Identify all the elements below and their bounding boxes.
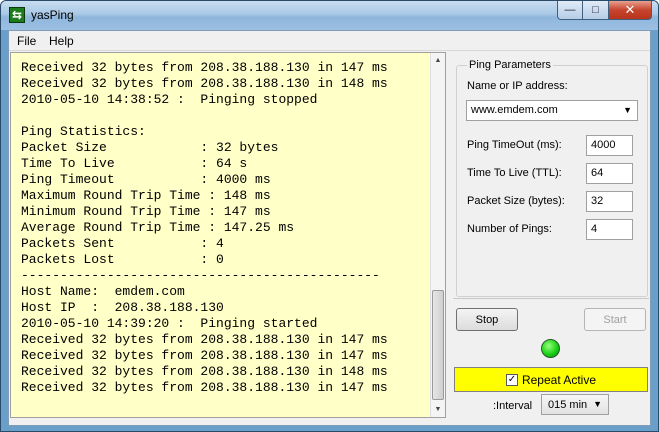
log-scrollbar[interactable]: ▲ ▼ bbox=[430, 53, 445, 417]
log-line: Received 32 bytes from 208.38.188.130 in… bbox=[21, 332, 388, 347]
close-icon: ✕ bbox=[624, 2, 636, 17]
log-line: Maximum Round Trip Time : 148 ms bbox=[21, 188, 271, 203]
menu-help[interactable]: Help bbox=[49, 34, 74, 48]
log-line: Received 32 bytes from 208.38.188.130 in… bbox=[21, 380, 388, 395]
minimize-icon: — bbox=[564, 4, 576, 16]
packet-size-label: Packet Size (bytes): bbox=[467, 195, 565, 207]
num-pings-label: Number of Pings: bbox=[467, 223, 552, 235]
log-line: Received 32 bytes from 208.38.188.130 in… bbox=[21, 60, 388, 75]
log-lines: Received 32 bytes from 208.38.188.130 in… bbox=[21, 60, 388, 396]
window-title: yasPing bbox=[31, 8, 74, 22]
menu-bar: File Help bbox=[9, 31, 650, 51]
window-controls: — □ ✕ bbox=[557, 1, 652, 21]
log-line: Packet Size : 32 bytes bbox=[21, 140, 279, 155]
divider bbox=[453, 298, 649, 299]
stop-button[interactable]: Stop bbox=[456, 308, 518, 331]
log-line: Time To Live : 64 s bbox=[21, 156, 248, 171]
num-pings-field[interactable]: 4 bbox=[586, 219, 633, 240]
ping-log[interactable]: Received 32 bytes from 208.38.188.130 in… bbox=[10, 52, 446, 418]
log-line: Received 32 bytes from 208.38.188.130 in… bbox=[21, 348, 388, 363]
menu-file[interactable]: File bbox=[17, 34, 36, 48]
host-combo[interactable]: www.emdem.com ▼ bbox=[466, 100, 638, 121]
timeout-label: Ping TimeOut (ms): bbox=[467, 139, 562, 151]
title-bar[interactable]: ⇆ yasPing — □ ✕ bbox=[1, 1, 658, 30]
log-line: 2010-05-10 14:39:20 : Pinging started bbox=[21, 316, 318, 331]
app-window: ⇆ yasPing — □ ✕ File Help Received 32 by… bbox=[0, 0, 659, 432]
ping-parameters-group: Ping Parameters Name or IP address: www.… bbox=[456, 59, 648, 297]
close-button[interactable]: ✕ bbox=[609, 1, 652, 20]
chevron-down-icon: ▼ bbox=[593, 399, 602, 409]
client-area: File Help Received 32 bytes from 208.38.… bbox=[8, 30, 651, 426]
timeout-field[interactable]: 4000 bbox=[586, 135, 633, 156]
log-line: Average Round Trip Time : 147.25 ms bbox=[21, 220, 295, 235]
status-led bbox=[541, 339, 560, 358]
scroll-down-arrow-icon[interactable]: ▼ bbox=[431, 402, 445, 417]
interval-label: :Interval bbox=[493, 400, 533, 412]
host-value: www.emdem.com bbox=[471, 104, 558, 116]
interval-value: 015 min bbox=[548, 399, 588, 411]
maximize-button[interactable]: □ bbox=[583, 1, 609, 20]
maximize-icon: □ bbox=[592, 4, 599, 16]
log-line: Packets Sent : 4 bbox=[21, 236, 224, 251]
ttl-field[interactable]: 64 bbox=[586, 163, 633, 184]
start-button[interactable]: Start bbox=[584, 308, 646, 331]
log-line: ----------------------------------------… bbox=[21, 268, 380, 283]
log-line: Packets Lost : 0 bbox=[21, 252, 224, 267]
log-line: Host IP : 208.38.188.130 bbox=[21, 300, 224, 315]
ping-parameters-title: Ping Parameters bbox=[467, 59, 553, 71]
log-line: Received 32 bytes from 208.38.188.130 in… bbox=[21, 364, 388, 379]
chevron-down-icon: ▼ bbox=[623, 105, 632, 115]
packet-size-field[interactable]: 32 bbox=[586, 191, 633, 212]
interval-select[interactable]: 015 min ▼ bbox=[541, 394, 609, 415]
repeat-active-toggle[interactable]: ✓ Repeat Active bbox=[454, 367, 648, 392]
scrollbar-thumb[interactable] bbox=[432, 290, 444, 400]
log-line: 2010-05-10 14:38:52 : Pinging stopped bbox=[21, 92, 318, 107]
log-line: Received 32 bytes from 208.38.188.130 in… bbox=[21, 76, 388, 91]
swap-arrows-icon: ⇆ bbox=[9, 7, 25, 23]
checkbox-icon[interactable]: ✓ bbox=[505, 373, 518, 386]
host-label: Name or IP address: bbox=[467, 80, 568, 92]
scroll-up-arrow-icon[interactable]: ▲ bbox=[431, 53, 445, 68]
ttl-label: Time To Live (TTL): bbox=[467, 167, 562, 179]
log-line: Ping Timeout : 4000 ms bbox=[21, 172, 271, 187]
log-line: Ping Statistics: bbox=[21, 124, 146, 139]
minimize-button[interactable]: — bbox=[557, 1, 583, 20]
log-line: Minimum Round Trip Time : 147 ms bbox=[21, 204, 271, 219]
repeat-active-label: Repeat Active bbox=[521, 372, 597, 387]
log-line: Host Name: emdem.com bbox=[21, 284, 185, 299]
